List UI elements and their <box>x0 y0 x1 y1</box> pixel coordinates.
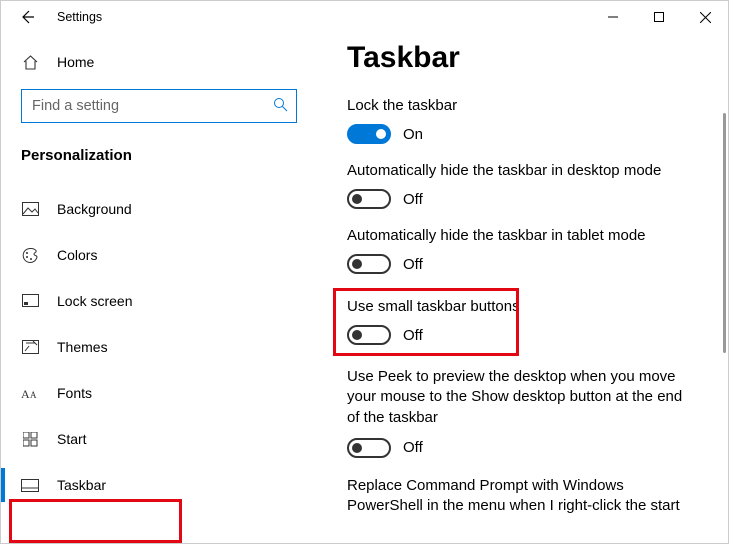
sidebar-item-label: Start <box>57 431 87 447</box>
home-icon <box>21 54 39 71</box>
toggle-autohide-desktop[interactable] <box>347 189 391 209</box>
minimize-button[interactable] <box>590 1 636 33</box>
sidebar-item-background[interactable]: Background <box>1 186 311 232</box>
sidebar-item-themes[interactable]: Themes <box>1 324 311 370</box>
sidebar-item-label: Taskbar <box>57 477 106 493</box>
palette-icon <box>21 247 39 264</box>
toggle-small-buttons[interactable] <box>347 325 391 345</box>
sidebar-item-start[interactable]: Start <box>1 416 311 462</box>
maximize-icon <box>654 12 664 22</box>
toggle-state: On <box>403 126 423 143</box>
toggle-state: Off <box>403 327 423 344</box>
svg-text:A: A <box>30 390 37 400</box>
setting-label: Lock the taskbar <box>347 97 688 114</box>
fonts-icon: AA <box>21 386 39 400</box>
setting-label: Use Peek to preview the desktop when you… <box>347 367 688 428</box>
sidebar-item-colors[interactable]: Colors <box>1 232 311 278</box>
setting-replace-cmd: Replace Command Prompt with Windows Powe… <box>347 476 688 517</box>
home-label: Home <box>57 54 94 70</box>
maximize-button[interactable] <box>636 1 682 33</box>
minimize-icon <box>608 12 618 22</box>
search-input[interactable] <box>30 97 273 115</box>
sidebar-group-header: Personalization <box>1 123 311 178</box>
search-icon <box>273 97 288 115</box>
setting-small-buttons: Use small taskbar buttons Off <box>341 292 688 355</box>
sidebar-item-label: Colors <box>57 247 97 263</box>
setting-autohide-tablet: Automatically hide the taskbar in tablet… <box>347 227 688 274</box>
toggle-lock-taskbar[interactable] <box>347 124 391 144</box>
setting-label: Automatically hide the taskbar in tablet… <box>347 227 688 244</box>
sidebar-item-label: Lock screen <box>57 293 132 309</box>
sidebar: Home Personalization Background <box>1 33 311 543</box>
taskbar-icon <box>21 479 39 492</box>
setting-peek: Use Peek to preview the desktop when you… <box>347 367 688 458</box>
toggle-state: Off <box>403 191 423 208</box>
sidebar-nav-list: Background Colors Lock screen Themes <box>1 178 311 508</box>
window-controls <box>590 1 728 33</box>
sidebar-item-label: Themes <box>57 339 108 355</box>
setting-label: Replace Command Prompt with Windows Powe… <box>347 476 688 517</box>
close-button[interactable] <box>682 1 728 33</box>
close-icon <box>700 12 711 23</box>
sidebar-item-fonts[interactable]: AA Fonts <box>1 370 311 416</box>
lockscreen-icon <box>21 294 39 308</box>
toggle-state: Off <box>403 439 423 456</box>
sidebar-item-lockscreen[interactable]: Lock screen <box>1 278 311 324</box>
sidebar-item-taskbar[interactable]: Taskbar <box>1 462 311 508</box>
arrow-left-icon <box>19 9 35 25</box>
setting-lock-taskbar: Lock the taskbar On <box>347 97 688 144</box>
sidebar-item-label: Background <box>57 201 132 217</box>
toggle-peek[interactable] <box>347 438 391 458</box>
toggle-autohide-tablet[interactable] <box>347 254 391 274</box>
home-nav[interactable]: Home <box>1 43 311 81</box>
titlebar: Settings <box>1 1 728 33</box>
content-area: Taskbar Lock the taskbar On Automaticall… <box>311 33 728 543</box>
picture-icon <box>21 202 39 217</box>
setting-label: Automatically hide the taskbar in deskto… <box>347 162 688 179</box>
scrollbar[interactable] <box>723 113 726 353</box>
search-box[interactable] <box>21 89 297 123</box>
start-icon <box>21 432 39 447</box>
svg-text:A: A <box>21 387 30 400</box>
toggle-state: Off <box>403 256 423 273</box>
setting-label: Use small taskbar buttons <box>347 298 682 315</box>
sidebar-item-label: Fonts <box>57 385 92 401</box>
themes-icon <box>21 340 39 355</box>
setting-autohide-desktop: Automatically hide the taskbar in deskto… <box>347 162 688 209</box>
window-title: Settings <box>57 10 102 24</box>
back-button[interactable] <box>11 1 43 33</box>
page-title: Taskbar <box>347 41 688 75</box>
